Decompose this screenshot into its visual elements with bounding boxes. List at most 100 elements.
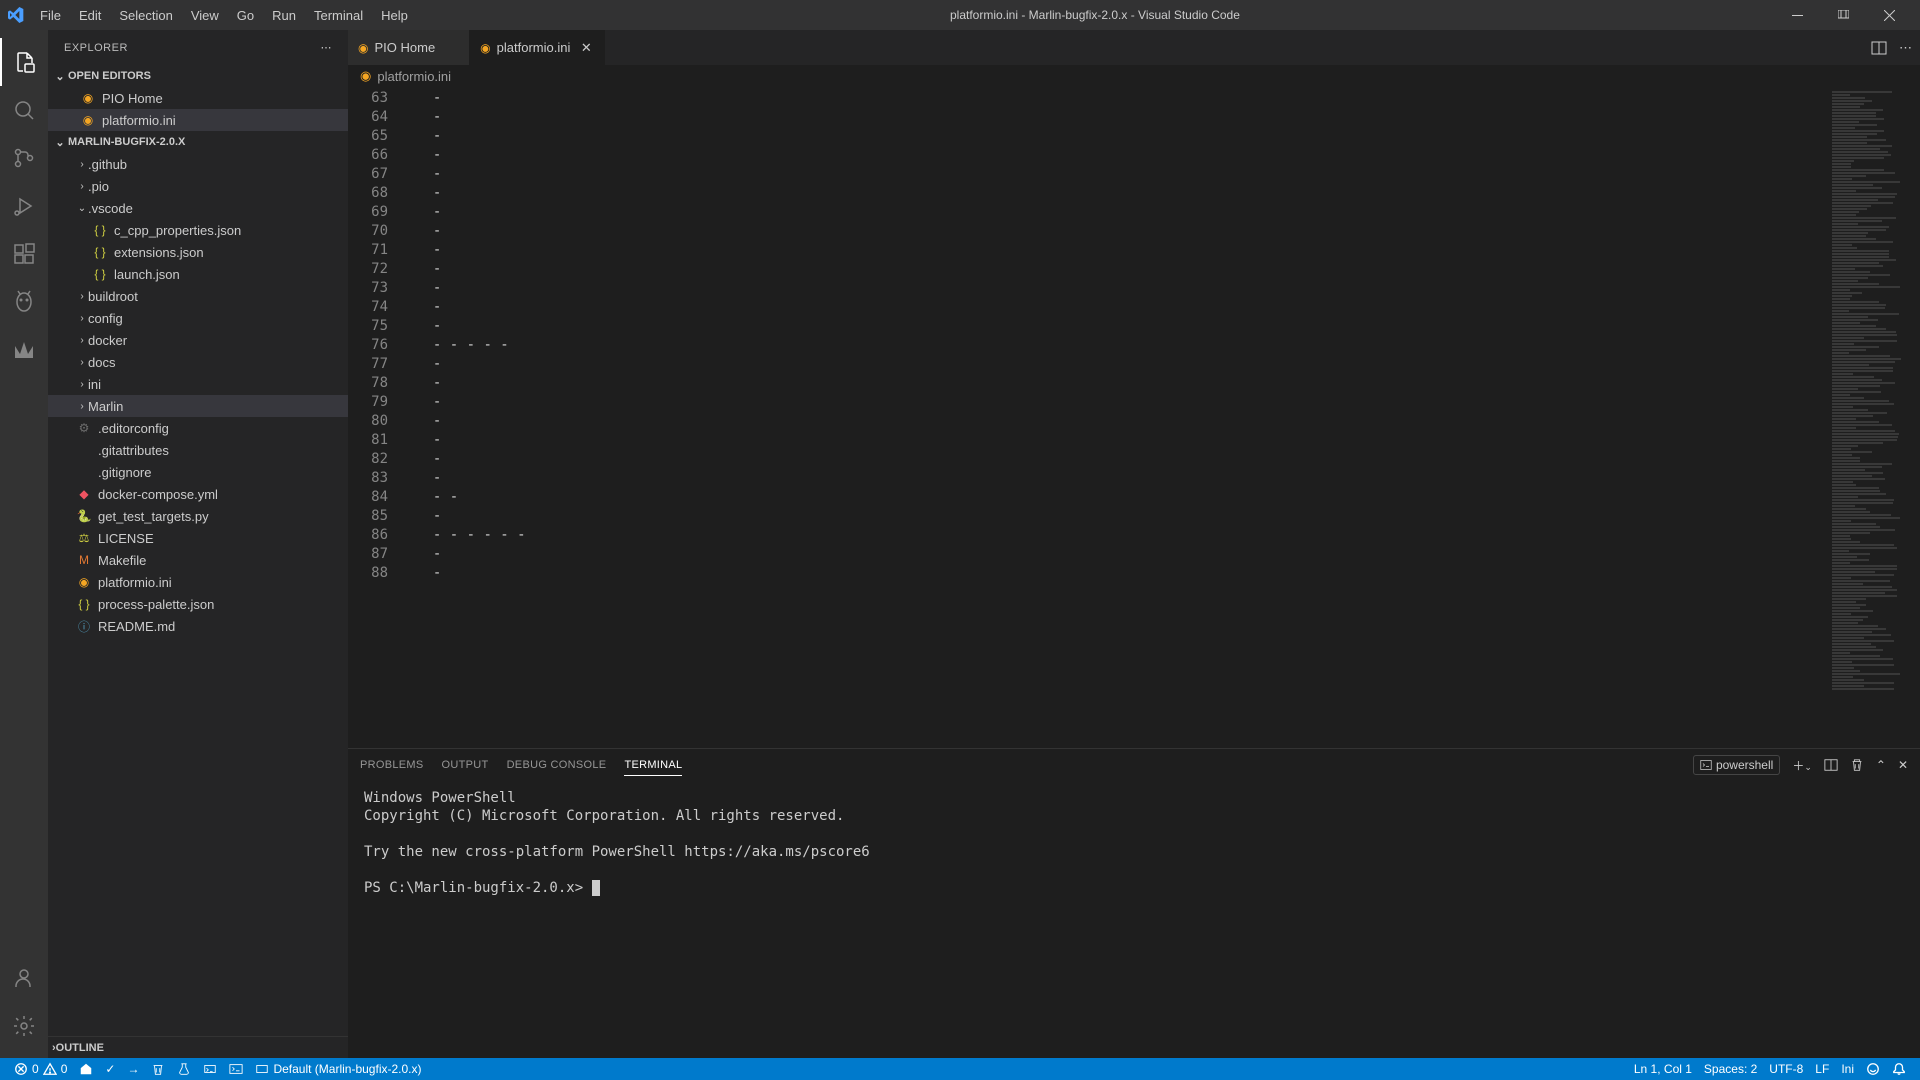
maximize-panel-icon[interactable]: ⌃ (1876, 758, 1886, 772)
source-control-icon[interactable] (0, 134, 48, 182)
run-debug-icon[interactable] (0, 182, 48, 230)
outline-header[interactable]: › OUTLINE (48, 1036, 348, 1058)
line-gutter: 6364656667686970717273747576777879808182… (348, 87, 408, 748)
menu-edit[interactable]: Edit (71, 4, 109, 27)
main-area: EXPLORER ⋯ ⌄ OPEN EDITORS ✕ ◉ PIO Home ✕… (0, 30, 1920, 1058)
open-editors-header[interactable]: ⌄ OPEN EDITORS (48, 65, 348, 87)
terminal-selector[interactable]: powershell (1693, 755, 1780, 775)
minimap-line (1832, 421, 1879, 423)
minimap-line (1832, 547, 1897, 549)
file-item[interactable]: 🐍 get_test_targets.py (48, 505, 348, 527)
project-header[interactable]: ⌄ MARLIN-BUGFIX-2.0.X (48, 131, 348, 153)
code-area[interactable]: 6364656667686970717273747576777879808182… (348, 87, 1920, 748)
open-editor-item[interactable]: ✕ ◉ platformio.ini (48, 109, 348, 131)
folder-item[interactable]: › .github (48, 153, 348, 175)
file-item[interactable]: ⓘ README.md (48, 615, 348, 637)
code-content[interactable]: - - - - - - - - - - - - - - - - - - - - … (408, 87, 1830, 748)
status-encoding[interactable]: UTF-8 (1763, 1062, 1809, 1076)
search-icon[interactable] (0, 86, 48, 134)
split-editor-icon[interactable] (1871, 40, 1887, 56)
folder-item[interactable]: › docker (48, 329, 348, 351)
terminal-content[interactable]: Windows PowerShell Copyright (C) Microso… (348, 781, 1920, 1058)
minimap-line (1832, 460, 1860, 462)
file-item[interactable]: { } extensions.json (48, 241, 348, 263)
status-errors[interactable]: 0 0 (8, 1058, 73, 1080)
minimap-line (1832, 388, 1858, 390)
status-pio-home[interactable] (73, 1058, 99, 1080)
file-item[interactable]: ◆ docker-compose.yml (48, 483, 348, 505)
maximize-button[interactable] (1820, 0, 1866, 30)
menu-terminal[interactable]: Terminal (306, 4, 371, 27)
folder-item[interactable]: › ini (48, 373, 348, 395)
folder-item[interactable]: ⌄ .vscode (48, 197, 348, 219)
file-item[interactable]: .gitattributes (48, 439, 348, 461)
minimap-line (1832, 427, 1856, 429)
folder-item[interactable]: › buildroot (48, 285, 348, 307)
status-pio-build[interactable]: ✓ (99, 1058, 121, 1080)
folder-item[interactable]: › docs (48, 351, 348, 373)
status-notifications-icon[interactable] (1886, 1062, 1912, 1076)
minimize-button[interactable] (1774, 0, 1820, 30)
line-number: 86 (348, 526, 388, 545)
status-spaces[interactable]: Spaces: 2 (1698, 1062, 1763, 1076)
explorer-icon[interactable] (0, 38, 48, 86)
status-pio-clean[interactable] (145, 1058, 171, 1080)
file-item[interactable]: ⚖ LICENSE (48, 527, 348, 549)
panel-tab[interactable]: PROBLEMS (360, 755, 424, 776)
minimap-line (1832, 685, 1864, 687)
menu-help[interactable]: Help (373, 4, 416, 27)
settings-gear-icon[interactable] (0, 1002, 48, 1050)
status-eol[interactable]: LF (1809, 1062, 1835, 1076)
file-item[interactable]: ◉ platformio.ini (48, 571, 348, 593)
extensions-icon[interactable] (0, 230, 48, 278)
accounts-icon[interactable] (0, 954, 48, 1002)
file-item[interactable]: { } process-palette.json (48, 593, 348, 615)
close-icon[interactable]: ✕ (578, 40, 594, 56)
line-number: 80 (348, 412, 388, 431)
status-pio-monitor[interactable] (197, 1058, 223, 1080)
file-item[interactable]: { } launch.json (48, 263, 348, 285)
file-item[interactable]: .gitignore (48, 461, 348, 483)
code-line: - (408, 469, 1830, 488)
close-button[interactable] (1866, 0, 1912, 30)
menu-go[interactable]: Go (229, 4, 262, 27)
status-pio-terminal[interactable] (223, 1058, 249, 1080)
menu-file[interactable]: File (32, 4, 69, 27)
platformio-icon[interactable] (0, 278, 48, 326)
more-actions-icon[interactable]: ⋯ (1899, 40, 1912, 56)
folder-item[interactable]: › Marlin (48, 395, 348, 417)
minimap-line (1832, 373, 1853, 375)
file-item[interactable]: { } c_cpp_properties.json (48, 219, 348, 241)
sidebar-more-icon[interactable]: ⋯ (321, 41, 333, 54)
status-feedback-icon[interactable] (1860, 1062, 1886, 1076)
panel-tab[interactable]: OUTPUT (442, 755, 489, 776)
new-terminal-icon[interactable]: ＋⌄ (1792, 757, 1812, 774)
file-item[interactable]: M Makefile (48, 549, 348, 571)
minimap-line (1832, 616, 1868, 618)
minimap[interactable] (1830, 87, 1920, 748)
status-lang[interactable]: Ini (1835, 1062, 1860, 1076)
panel-tab[interactable]: TERMINAL (624, 755, 682, 776)
status-pio-test[interactable] (171, 1058, 197, 1080)
open-editor-item[interactable]: ✕ ◉ PIO Home (48, 87, 348, 109)
status-pio-upload[interactable]: → (121, 1058, 145, 1080)
line-number: 79 (348, 393, 388, 412)
close-panel-icon[interactable]: ✕ (1898, 758, 1908, 772)
editor-tab[interactable]: ◉ PIO Home (348, 30, 470, 65)
kill-terminal-icon[interactable] (1850, 758, 1864, 772)
panel-tab[interactable]: DEBUG CONSOLE (507, 755, 607, 776)
file-item[interactable]: ⚙ .editorconfig (48, 417, 348, 439)
status-ln-col[interactable]: Ln 1, Col 1 (1628, 1062, 1698, 1076)
editor-tab[interactable]: ◉ platformio.ini ✕ (470, 30, 605, 65)
folder-item[interactable]: › config (48, 307, 348, 329)
menu-view[interactable]: View (183, 4, 227, 27)
status-pio-env[interactable]: Default (Marlin-bugfix-2.0.x) (249, 1058, 427, 1080)
menu-selection[interactable]: Selection (111, 4, 180, 27)
split-terminal-icon[interactable] (1824, 758, 1838, 772)
folder-item[interactable]: › .pio (48, 175, 348, 197)
marlin-icon[interactable] (0, 326, 48, 374)
minimap-line (1832, 412, 1887, 414)
menu-run[interactable]: Run (264, 4, 304, 27)
line-number: 64 (348, 108, 388, 127)
breadcrumbs[interactable]: ◉ platformio.ini (348, 65, 1920, 87)
